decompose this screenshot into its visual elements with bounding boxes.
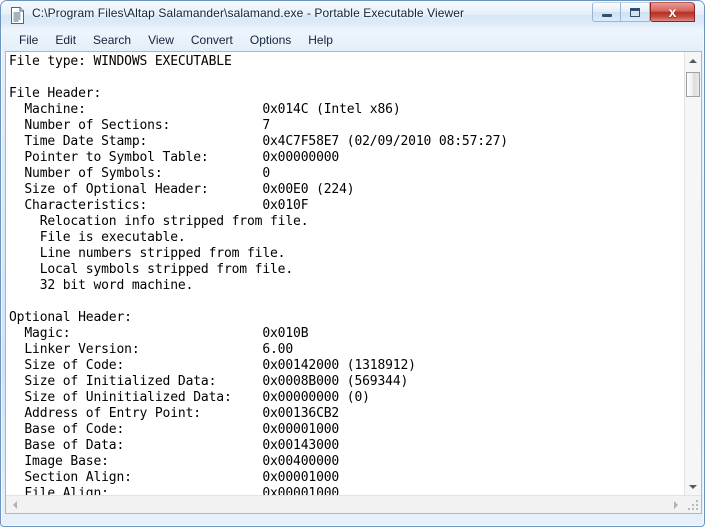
- menu-item-options[interactable]: Options: [242, 31, 300, 50]
- document-icon: [10, 7, 26, 24]
- menu-item-view[interactable]: View: [140, 31, 183, 50]
- vertical-scrollbar[interactable]: [684, 52, 701, 495]
- title-bar[interactable]: C:\Program Files\Altap Salamander\salama…: [1, 1, 704, 30]
- window-title: C:\Program Files\Altap Salamander\salama…: [32, 6, 465, 20]
- horizontal-scrollbar[interactable]: [6, 495, 701, 513]
- triangle-left-icon: [12, 500, 17, 509]
- viewer-client-area: File type: WINDOWS EXECUTABLE File Heade…: [5, 51, 702, 514]
- menu-item-search[interactable]: Search: [85, 31, 140, 50]
- resize-grip[interactable]: [684, 496, 701, 513]
- text-view[interactable]: File type: WINDOWS EXECUTABLE File Heade…: [6, 52, 684, 495]
- menu-item-file[interactable]: File: [11, 31, 47, 50]
- pe-header-text: File type: WINDOWS EXECUTABLE File Heade…: [9, 54, 508, 495]
- horizontal-scrollbar-track[interactable]: [23, 496, 667, 513]
- menu-bar: File Edit Search View Convert Options He…: [3, 30, 702, 51]
- triangle-down-icon: [689, 484, 697, 489]
- triangle-right-icon: [673, 500, 678, 509]
- menu-item-help[interactable]: Help: [300, 31, 342, 50]
- scroll-down-button[interactable]: [685, 478, 701, 495]
- menu-item-edit[interactable]: Edit: [47, 31, 85, 50]
- close-button[interactable]: x: [650, 2, 695, 22]
- menu-item-convert[interactable]: Convert: [183, 31, 242, 50]
- close-icon: x: [668, 3, 677, 20]
- triangle-up-icon: [689, 58, 697, 63]
- vertical-scrollbar-thumb[interactable]: [686, 72, 700, 97]
- application-window: C:\Program Files\Altap Salamander\salama…: [0, 0, 705, 527]
- scroll-right-button[interactable]: [667, 496, 684, 513]
- maximize-icon: [621, 3, 649, 21]
- minimize-button[interactable]: [592, 2, 621, 22]
- maximize-button[interactable]: [621, 2, 650, 22]
- scroll-left-button[interactable]: [6, 496, 23, 513]
- scroll-up-button[interactable]: [685, 52, 701, 69]
- minimize-icon: [593, 3, 620, 21]
